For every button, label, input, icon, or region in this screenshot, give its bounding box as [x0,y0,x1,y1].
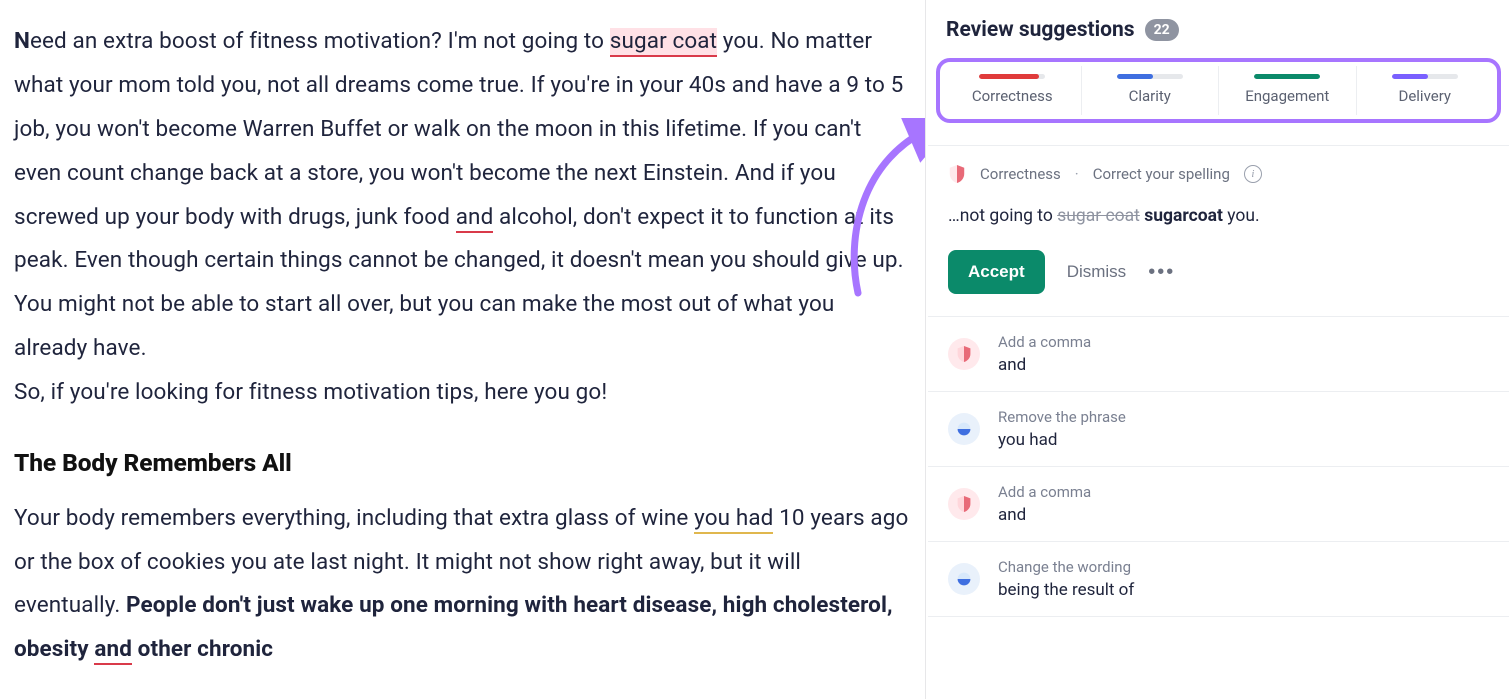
clarity-dot-icon [948,413,980,445]
editor-paragraph-2[interactable]: So, if you're looking for fitness motiva… [14,371,911,415]
mini-word: you had [998,430,1126,450]
suggestion-category: Correctness [980,165,1061,183]
more-options-button[interactable]: ••• [1148,261,1175,284]
editor-pane[interactable]: Need an extra boost of fitness motivatio… [0,0,925,699]
suggestions-scroll[interactable]: Correctness · Correct your spelling i …n… [926,129,1511,699]
highlight-comma-error[interactable]: and [94,636,132,665]
suggestion-meta: Correctness · Correct your spelling i [948,164,1489,184]
mini-text: Add a comma and [998,483,1091,525]
text-bold-run: other chronic [132,636,273,662]
suggestion-actions: Accept Dismiss ••• [948,250,1489,294]
suggestion-mini-list: Add a comma and Remove the phrase you had Ad… [928,317,1509,617]
meter-fill [1117,74,1153,79]
clarity-dot-icon [948,563,980,595]
suggestion-preview: …not going to sugar coat sugarcoat you. [948,206,1489,226]
shield-icon [948,338,980,370]
highlight-phrase-warning[interactable]: you had [694,505,773,534]
tab-label: Clarity [1129,87,1171,105]
review-header: Review suggestions 22 [926,0,1511,56]
mini-text: Add a comma and [998,333,1091,375]
meter-fill [979,74,1038,79]
editor-text[interactable]: Need an extra boost of fitness motivatio… [14,20,911,672]
context-suffix: you. [1223,206,1260,226]
editor-paragraph-3[interactable]: Your body remembers everything, includin… [14,497,911,673]
meter-fill [1254,74,1320,79]
mini-title: Add a comma [998,333,1091,351]
meter-track [979,74,1045,79]
mini-word: and [998,505,1091,525]
dismiss-button[interactable]: Dismiss [1067,262,1127,282]
text-run: eed an extra boost of fitness motivation… [30,28,610,54]
tab-label: Delivery [1398,87,1451,105]
suggestion-mini-card[interactable]: Add a comma and [928,467,1509,542]
separator-dot: · [1075,165,1079,183]
meter-track [1117,74,1183,79]
tab-correctness[interactable]: Correctness [944,66,1082,115]
mini-text: Remove the phrase you had [998,408,1126,450]
shield-icon [948,164,966,184]
mini-text: Change the wording being the result of [998,558,1134,600]
tab-label: Engagement [1245,87,1329,105]
review-pane: Review suggestions 22 Correctness Clarity… [925,0,1511,699]
meter-track [1254,74,1320,79]
category-tabs: Correctness Clarity Engagement Delivery [936,58,1501,123]
dropcap: N [14,28,30,54]
suggestions-count-badge: 22 [1145,19,1179,41]
context-prefix: …not going to [948,206,1057,226]
strike-text: sugar coat [1057,206,1140,226]
suggestion-mini-card[interactable]: Change the wording being the result of [928,542,1509,617]
review-title: Review suggestions [946,18,1135,42]
tab-clarity[interactable]: Clarity [1082,66,1220,115]
mini-word: being the result of [998,580,1134,600]
app-root: Need an extra boost of fitness motivatio… [0,0,1511,699]
shield-icon [948,488,980,520]
meter-track [1392,74,1458,79]
tab-delivery[interactable]: Delivery [1357,66,1494,115]
mini-title: Change the wording [998,558,1134,576]
highlight-spelling-error[interactable]: sugar coat [610,28,717,57]
text-run: Your body remembers everything, includin… [14,505,694,531]
text-run: you. No matter what your mom told you, n… [14,28,903,230]
info-icon[interactable]: i [1244,165,1262,183]
mini-title: Remove the phrase [998,408,1126,426]
suggestion-rule: Correct your spelling [1093,165,1230,183]
suggestion-mini-card[interactable]: Add a comma and [928,317,1509,392]
meter-fill [1392,74,1428,79]
editor-heading[interactable]: The Body Remembers All [14,439,911,487]
highlight-comma-error[interactable]: and [456,204,494,233]
accept-button[interactable]: Accept [948,250,1045,294]
tab-engagement[interactable]: Engagement [1219,66,1357,115]
mini-title: Add a comma [998,483,1091,501]
replacement-text: sugarcoat [1144,206,1223,226]
suggestion-mini-card[interactable]: Remove the phrase you had [928,392,1509,467]
mini-word: and [998,355,1091,375]
suggestion-card-primary[interactable]: Correctness · Correct your spelling i …n… [928,145,1509,317]
tab-label: Correctness [972,87,1053,105]
editor-paragraph-1[interactable]: Need an extra boost of fitness motivatio… [14,20,911,371]
